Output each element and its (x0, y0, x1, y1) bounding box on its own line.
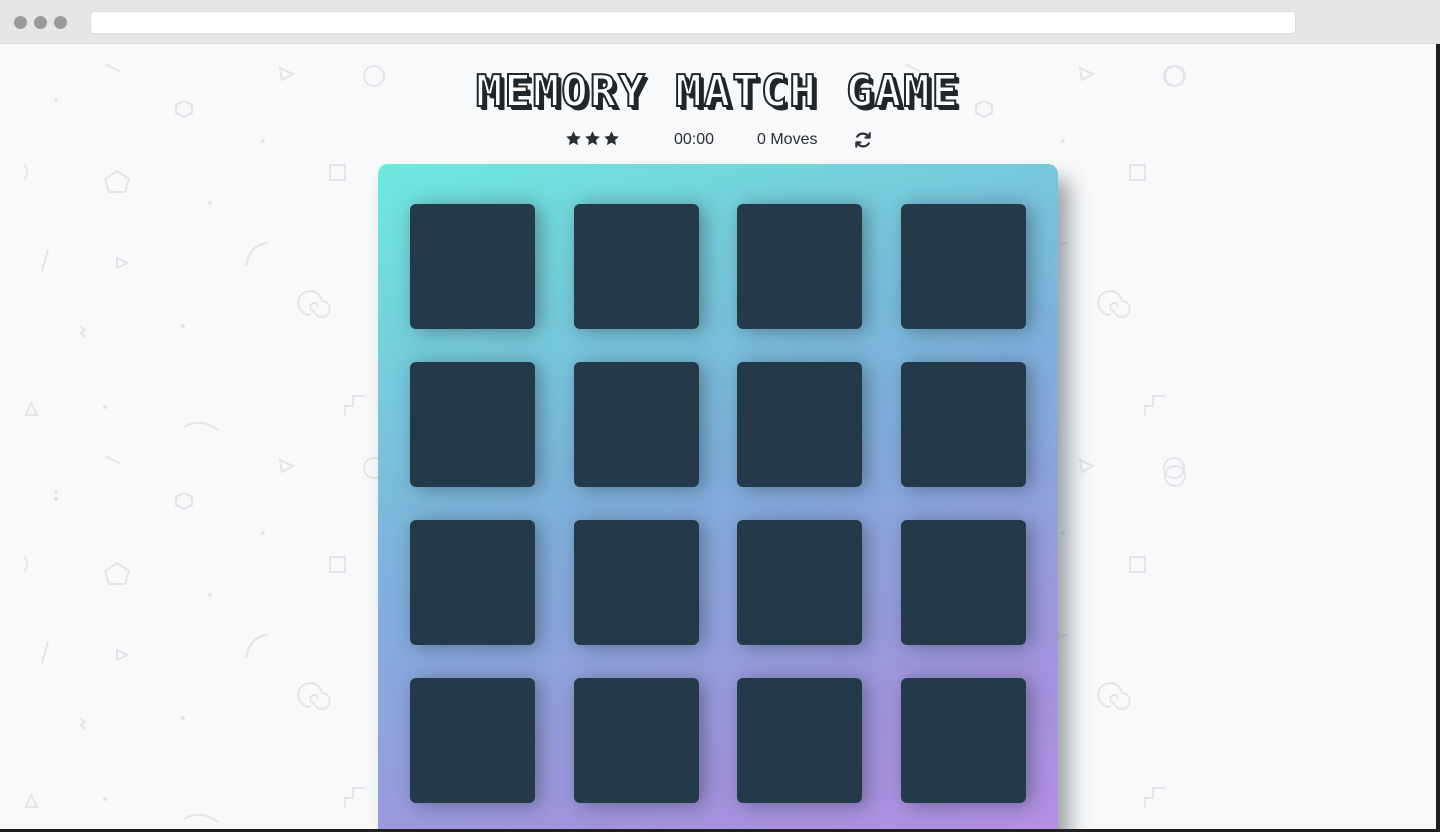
card-14[interactable] (574, 678, 699, 803)
card-12[interactable] (901, 520, 1026, 645)
star-rating (565, 130, 620, 147)
card-1[interactable] (410, 204, 535, 329)
card-15[interactable] (737, 678, 862, 803)
card-4[interactable] (901, 204, 1026, 329)
card-2[interactable] (574, 204, 699, 329)
card-6[interactable] (574, 362, 699, 487)
browser-chrome (0, 0, 1440, 44)
card-11[interactable] (737, 520, 862, 645)
card-7[interactable] (737, 362, 862, 487)
restart-button[interactable] (853, 130, 873, 150)
card-deck (378, 164, 1058, 829)
page-viewport: MEMORY MATCH GAME 00:00 0 Moves (0, 44, 1436, 829)
card-3[interactable] (737, 204, 862, 329)
address-bar[interactable] (90, 11, 1296, 34)
card-13[interactable] (410, 678, 535, 803)
window-close-dot[interactable] (14, 16, 27, 29)
game-title: MEMORY MATCH GAME (475, 65, 961, 118)
score-panel: 00:00 0 Moves (0, 128, 1436, 152)
window-maximize-dot[interactable] (54, 16, 67, 29)
star-icon (565, 130, 582, 147)
card-10[interactable] (574, 520, 699, 645)
refresh-icon (855, 132, 871, 148)
move-counter: 0 Moves (757, 131, 818, 148)
card-8[interactable] (901, 362, 1026, 487)
star-icon (584, 130, 601, 147)
star-icon (603, 130, 620, 147)
card-9[interactable] (410, 520, 535, 645)
timer: 00:00 (674, 131, 715, 148)
card-16[interactable] (901, 678, 1026, 803)
window-minimize-dot[interactable] (34, 16, 47, 29)
card-5[interactable] (410, 362, 535, 487)
